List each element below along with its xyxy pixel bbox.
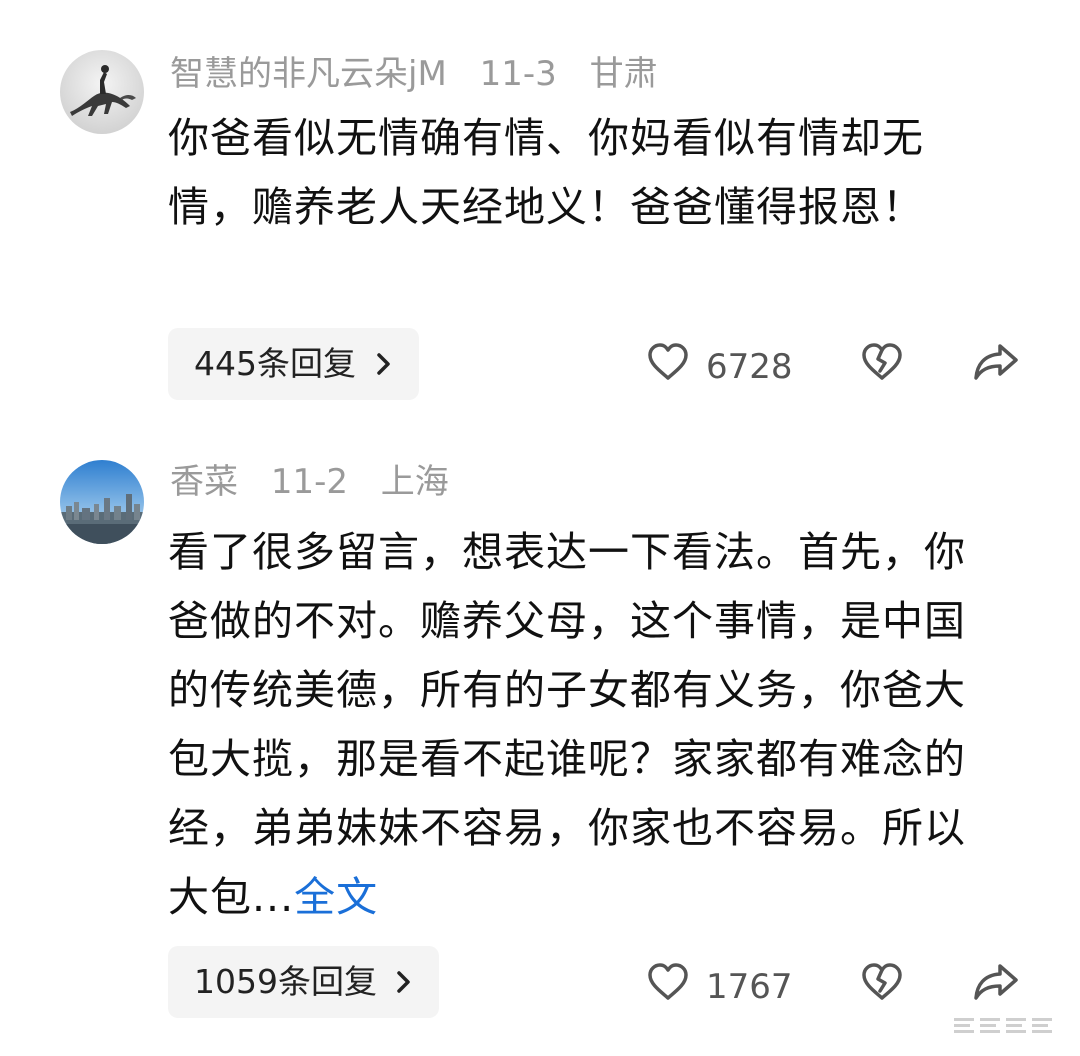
replies-label: 445条回复 bbox=[194, 344, 356, 383]
comment-text[interactable]: 看了很多留言，想表达一下看法。首先，你爸做的不对。赡养父母，这个事情，是中国的传… bbox=[168, 518, 998, 932]
like-button[interactable]: 1767 bbox=[646, 960, 793, 1013]
chevron-right-icon bbox=[375, 330, 393, 402]
dislike-button[interactable] bbox=[860, 340, 904, 393]
heart-icon bbox=[646, 960, 690, 1013]
user-avatar[interactable] bbox=[60, 50, 144, 134]
like-button[interactable]: 6728 bbox=[646, 340, 793, 393]
replies-button[interactable]: 445条回复 bbox=[168, 328, 419, 400]
comment-text[interactable]: 你爸看似无情确有情、你妈看似有情却无情，赡养老人天经地义！爸爸懂得报恩！ bbox=[168, 104, 998, 242]
dislike-button[interactable] bbox=[860, 960, 904, 1013]
username[interactable]: 智慧的非凡云朵jM bbox=[170, 54, 447, 94]
share-button[interactable] bbox=[972, 340, 1020, 393]
share-icon bbox=[972, 340, 1020, 393]
comment-meta: 香菜 11-2 上海 bbox=[170, 460, 471, 504]
comment-date: 11-3 bbox=[479, 54, 557, 94]
read-full-link[interactable]: 全文 bbox=[294, 873, 378, 921]
comment-list: 智慧的非凡云朵jM 11-3 甘肃 你爸看似无情确有情、你妈看似有情却无情，赡养… bbox=[0, 0, 1080, 1056]
replies-label: 1059条回复 bbox=[194, 962, 377, 1001]
comment-item: 智慧的非凡云朵jM 11-3 甘肃 你爸看似无情确有情、你妈看似有情却无情，赡养… bbox=[0, 0, 1080, 420]
broken-heart-icon bbox=[860, 960, 904, 1013]
city-skyline-avatar-icon bbox=[60, 460, 144, 544]
comment-location: 甘肃 bbox=[589, 54, 658, 94]
comment-text-content: 看了很多留言，想表达一下看法。首先，你爸做的不对。赡养父母，这个事情，是中国的传… bbox=[168, 528, 966, 921]
share-button[interactable] bbox=[972, 960, 1020, 1013]
replies-button[interactable]: 1059条回复 bbox=[168, 946, 440, 1020]
comment-date: 11-2 bbox=[270, 462, 348, 502]
like-count: 6728 bbox=[706, 346, 793, 387]
share-icon bbox=[972, 960, 1020, 1013]
broken-heart-icon bbox=[860, 340, 904, 393]
heart-icon bbox=[646, 340, 690, 393]
chevron-right-icon bbox=[395, 948, 413, 1020]
comment-text-content: 你爸看似无情确有情、你妈看似有情却无情，赡养老人天经地义！爸爸懂得报恩！ bbox=[168, 114, 924, 231]
comment-item: 香菜 11-2 上海 看了很多留言，想表达一下看法。首先，你爸做的不对。赡养父母… bbox=[0, 420, 1080, 1056]
username[interactable]: 香菜 bbox=[170, 462, 238, 502]
user-avatar[interactable] bbox=[60, 460, 144, 544]
rider-on-horse-avatar-icon bbox=[60, 50, 144, 134]
comment-location: 上海 bbox=[380, 462, 449, 502]
watermark bbox=[948, 1010, 1058, 1040]
like-count: 1767 bbox=[706, 966, 793, 1007]
comment-meta: 智慧的非凡云朵jM 11-3 甘肃 bbox=[170, 52, 680, 96]
